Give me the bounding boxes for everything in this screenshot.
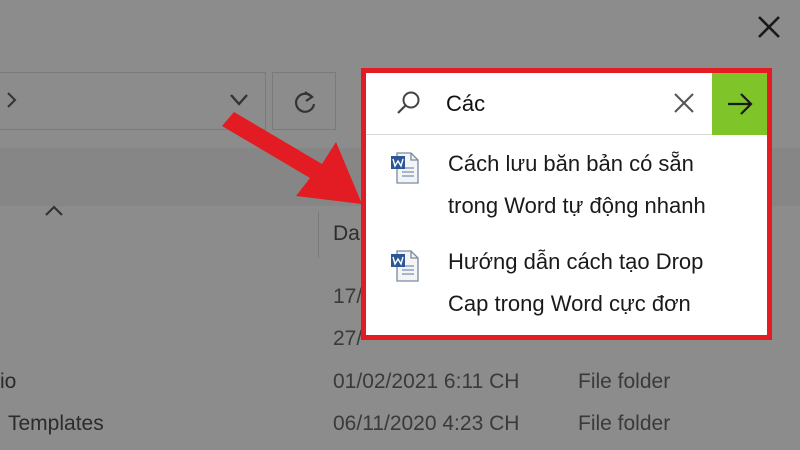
file-row-type: File folder [578,370,671,393]
search-suggestion[interactable]: Cách lưu băn bản có sẵn trong Word tự độ… [366,145,767,241]
chevron-up-icon [45,205,63,216]
suggestion-title-line: Cách lưu băn bản có sẵn [448,151,694,176]
search-panel: Cách lưu băn bản có sẵn trong Word tự độ… [361,68,772,340]
search-suggestion[interactable]: Hướng dẫn cách tạo Drop Cap trong Word c… [366,243,767,339]
close-icon [674,93,694,113]
sort-indicator[interactable] [42,204,66,218]
suggestion-title-line: Cap trong Word cực đơn [448,291,691,316]
chevron-down-icon [230,94,248,106]
file-row-date: 06/11/2020 4:23 CH [333,412,520,435]
red-pointer-arrow-icon [222,112,362,204]
clear-search-button[interactable] [668,87,700,119]
search-icon [397,91,420,114]
column-divider[interactable] [318,212,319,258]
column-header-date[interactable]: Da [333,222,360,246]
address-dropdown-button[interactable] [228,92,250,108]
word-document-icon [391,250,419,282]
arrow-right-icon [728,93,753,115]
search-go-button[interactable] [712,73,767,135]
window-close-button[interactable] [752,10,786,44]
suggestion-title-line: trong Word tự động nhanh [448,193,706,218]
file-row-name[interactable]: Templates [8,412,104,436]
file-row-date: 17/ [333,285,363,308]
search-box [366,73,767,135]
file-row-date: 01/02/2021 6:11 CH [333,370,520,393]
file-row-date: 27/ [333,327,363,350]
chevron-right-icon [7,92,17,108]
suggestion-title-line: Hướng dẫn cách tạo Drop [448,249,704,274]
file-row-name[interactable]: io [0,370,16,394]
word-document-icon [391,152,419,184]
file-row-type: File folder [578,412,671,435]
close-icon [758,16,780,38]
address-chevron[interactable] [4,90,20,110]
